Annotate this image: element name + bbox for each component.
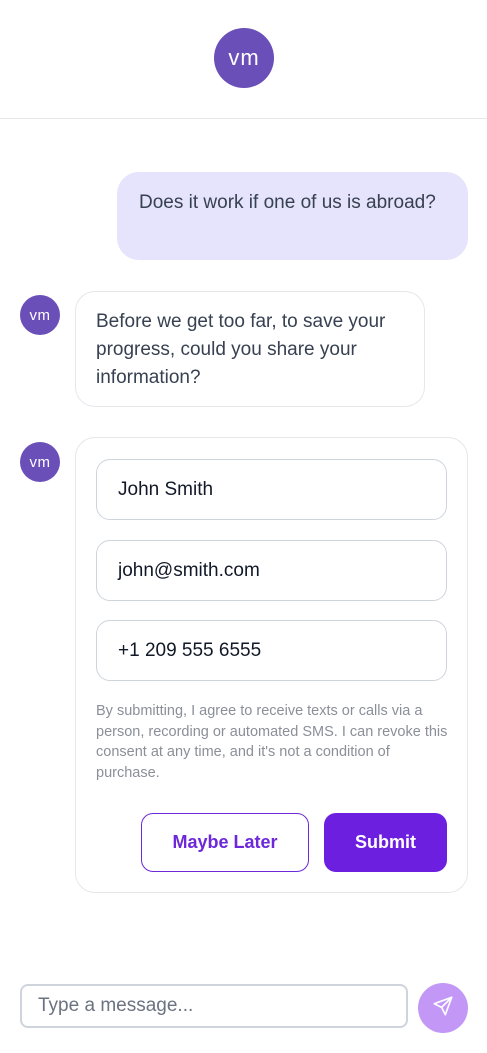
bot-message-bubble: Before we get too far, to save your prog… (75, 291, 425, 407)
maybe-later-button[interactable]: Maybe Later (141, 813, 309, 872)
chat-header: vm (0, 0, 487, 119)
brand-logo: vm (214, 28, 274, 88)
consent-disclaimer: By submitting, I agree to receive texts … (96, 703, 448, 781)
name-field[interactable]: John Smith (96, 459, 447, 520)
send-button[interactable] (418, 983, 468, 1033)
bot-avatar: vm (20, 295, 60, 335)
message-input-placeholder: Type a message... (38, 995, 194, 1016)
email-field-value: john@smith.com (118, 559, 260, 581)
lead-capture-form: John Smith john@smith.com +1 209 555 655… (75, 437, 468, 893)
submit-button[interactable]: Submit (324, 813, 447, 872)
message-input[interactable]: Type a message... (20, 984, 408, 1028)
bot-message-text: Before we get too far, to save your prog… (96, 311, 386, 388)
user-message-text: Does it work if one of us is abroad? (139, 192, 436, 213)
name-field-value: John Smith (118, 478, 214, 500)
email-field[interactable]: john@smith.com (96, 540, 447, 601)
user-message-bubble: Does it work if one of us is abroad? (117, 172, 468, 260)
phone-field-value: +1 209 555 6555 (118, 639, 262, 661)
bot-avatar: vm (20, 442, 60, 482)
send-icon (432, 995, 454, 1022)
phone-field[interactable]: +1 209 555 6555 (96, 620, 447, 681)
